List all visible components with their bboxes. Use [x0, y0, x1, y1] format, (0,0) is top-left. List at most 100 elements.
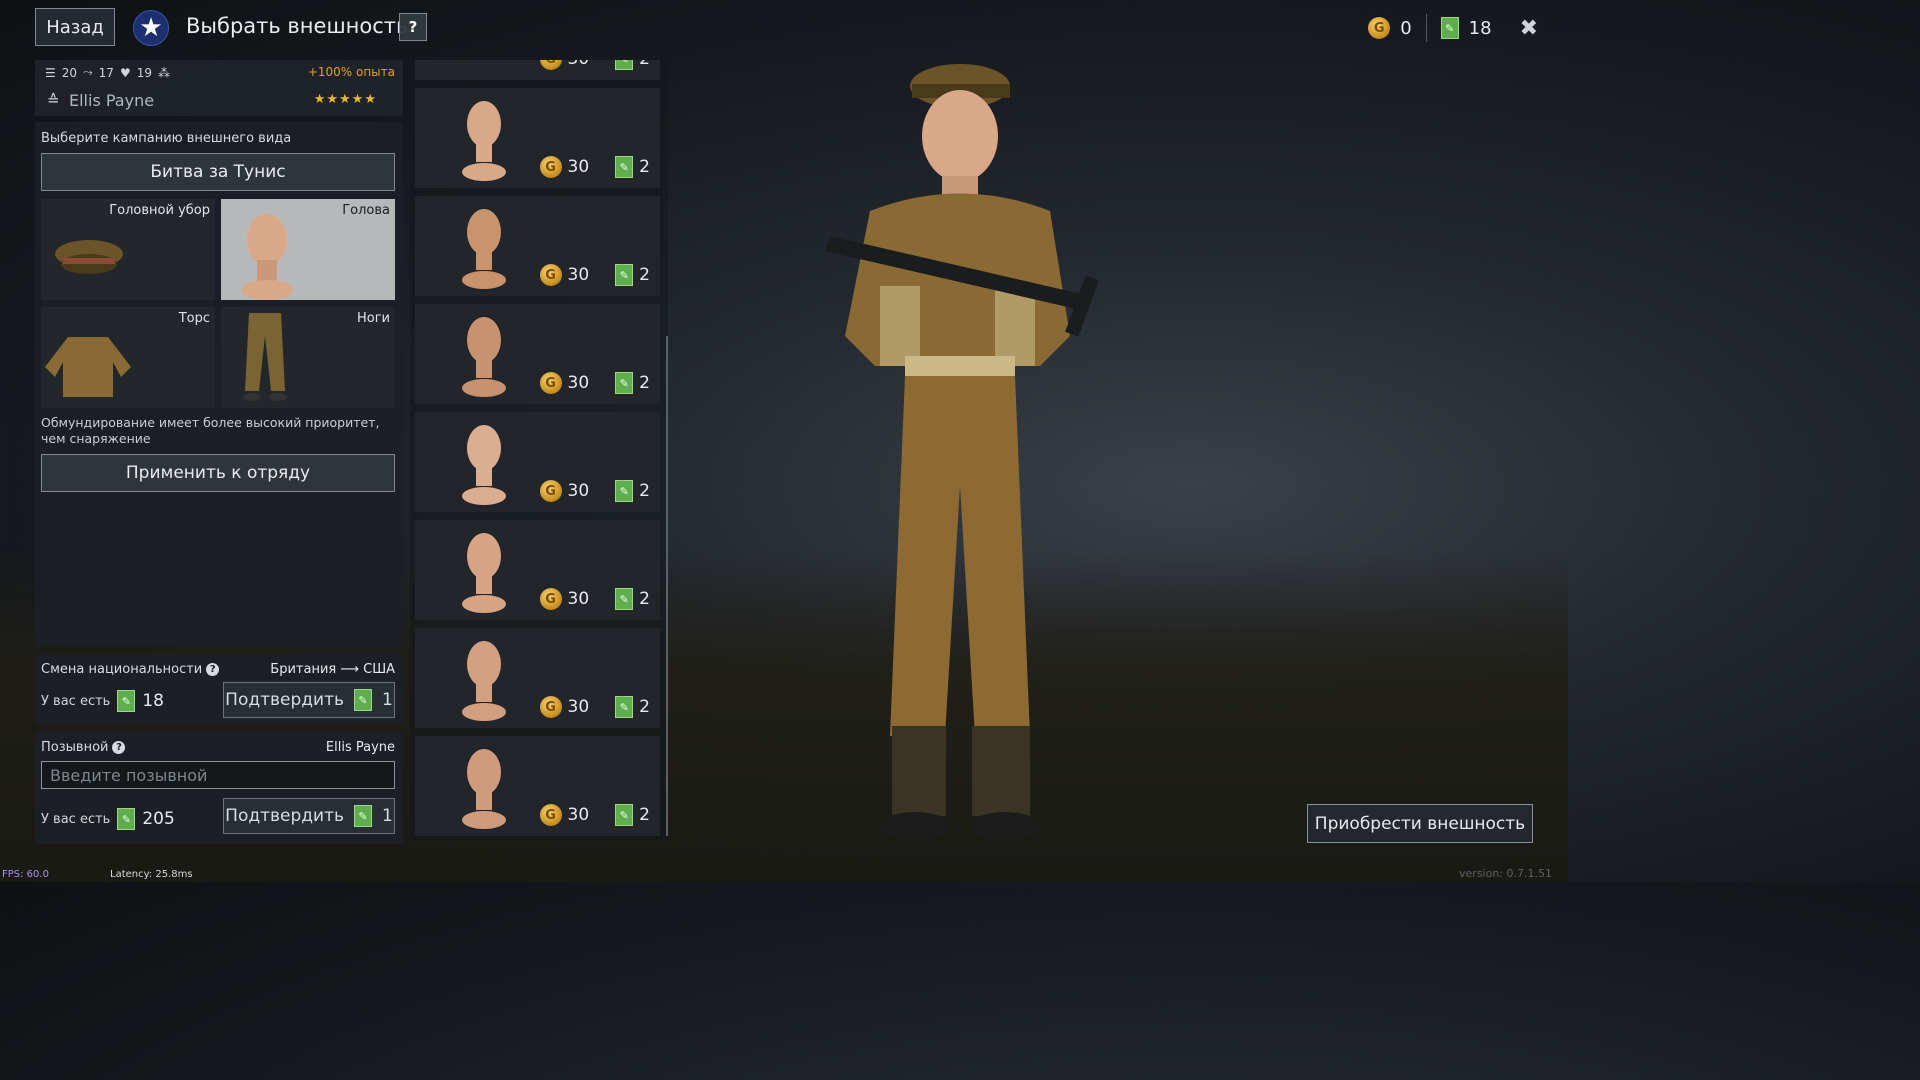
nationality-title: Смена национальности ? — [41, 662, 220, 677]
head-portrait — [462, 533, 506, 613]
soldier-stats: ☰ 20 ⤳ 17 ♥ 19 ⁂ — [45, 65, 170, 80]
stat-speed: 20 — [61, 65, 78, 80]
nationality-balance: У вас есть ✎ 18 — [41, 690, 164, 712]
slot-head[interactable]: Голова — [221, 199, 395, 300]
head-option[interactable]: G 30 ✎ 2 — [415, 412, 660, 512]
head-portrait — [462, 317, 506, 397]
callsign-confirm-button[interactable]: Подтвердить ✎ 1 — [223, 798, 395, 834]
back-button[interactable]: Назад — [35, 8, 115, 46]
latency-readout: Latency: 25.8ms — [110, 869, 193, 880]
head-option[interactable]: G 30 ✎ 2 — [415, 60, 660, 80]
slot-torso[interactable]: Торс — [41, 307, 215, 408]
exp-bonus: +100% опыта — [307, 65, 395, 79]
head-option[interactable]: G 30 ✎ 2 — [415, 736, 660, 836]
apply-to-squad-button[interactable]: Применить к отряду — [41, 454, 395, 492]
price-gold: 30 — [567, 265, 590, 285]
ticket-icon: ✎ — [615, 372, 634, 394]
head-list-scrollbar[interactable] — [666, 336, 668, 836]
callsign-current: Ellis Payne — [325, 740, 395, 755]
ammo-icon: ⁂ — [157, 65, 170, 80]
price-gold: 30 — [567, 589, 590, 609]
head-portrait — [462, 425, 506, 505]
head-price: G 30 ✎ 2 — [539, 372, 650, 394]
gold-coin-icon: G — [539, 156, 562, 178]
have-label: У вас есть — [41, 693, 111, 709]
nationality-panel: Смена национальности ? Британия ⟶ США У … — [35, 654, 403, 724]
price-tickets: 2 — [639, 697, 650, 717]
slot-label: Торс — [178, 311, 210, 326]
price-tickets: 2 — [639, 60, 650, 69]
head-list[interactable]: G 30 ✎ 2 G30✎2G30✎2G30✎2G30✎2G30✎2G30✎2G… — [410, 60, 668, 840]
confirm-label: Подтвердить — [225, 690, 344, 710]
head-portrait — [462, 209, 506, 289]
have-value: 18 — [142, 691, 164, 711]
help-icon[interactable]: ? — [206, 663, 220, 676]
currency-bar: G 0 ✎ 18 ✖ — [1368, 14, 1538, 42]
callsign-input[interactable] — [41, 761, 395, 789]
ticket-icon: ✎ — [615, 696, 634, 718]
gold-coin-icon: G — [1368, 17, 1391, 39]
ticket-amount: 18 — [1468, 17, 1492, 39]
head-price: G 30 ✎ 2 — [539, 156, 650, 178]
buy-appearance-button[interactable]: Приобрести внешность — [1307, 804, 1533, 843]
price-gold: 30 — [567, 697, 590, 717]
price-tickets: 2 — [639, 481, 650, 501]
ticket-icon: ✎ — [615, 588, 634, 610]
ticket-icon: ✎ — [354, 689, 372, 711]
head-price: G 30 ✎ 2 — [539, 60, 650, 70]
price-gold: 30 — [567, 481, 590, 501]
confirm-cost: 1 — [382, 690, 393, 710]
slot-label: Голова — [342, 203, 390, 218]
ticket-icon: ✎ — [615, 480, 634, 502]
head-option[interactable]: G 30 ✎ 2 — [415, 304, 660, 404]
callsign-panel: Позывной ? Ellis Payne У вас есть ✎ 205 … — [35, 732, 403, 844]
ticket-icon: ✎ — [615, 60, 634, 70]
faction-star-icon: ★ — [133, 10, 169, 46]
cap-icon — [55, 240, 123, 274]
ticket-icon: ✎ — [1440, 17, 1459, 39]
head-price: G 30 ✎ 2 — [539, 264, 650, 286]
confirm-cost: 1 — [382, 806, 393, 826]
list-icon: ☰ — [45, 65, 56, 80]
callsign-title-text: Позывной — [41, 740, 109, 755]
boot-icon: ⤳ — [83, 65, 93, 79]
slot-headwear[interactable]: Головной убор — [41, 199, 215, 300]
left-panel: ☰ 20 ⤳ 17 ♥ 19 ⁂ +100% опыта ≙ Ellis Pay… — [35, 60, 403, 844]
fps-counter: FPS: 60.0 — [2, 869, 49, 880]
price-tickets: 2 — [639, 157, 650, 177]
head-option[interactable]: G 30 ✎ 2 — [415, 196, 660, 296]
head-option[interactable]: G 30 ✎ 2 — [415, 628, 660, 728]
help-icon[interactable]: ? — [112, 741, 126, 754]
callsign-title: Позывной ? — [41, 740, 126, 755]
ticket-icon: ✎ — [615, 264, 634, 286]
soldier-rating-stars: ★★★★★ — [313, 92, 377, 107]
trousers-icon — [243, 313, 287, 401]
slot-legs[interactable]: Ноги — [221, 307, 395, 408]
help-button[interactable]: ? — [399, 13, 427, 41]
ticket-icon: ✎ — [354, 805, 372, 827]
priority-note: Обмундирование имеет более высокий приор… — [41, 415, 380, 446]
gold-coin-icon: G — [539, 804, 562, 826]
gold-coin-icon: G — [539, 60, 562, 70]
campaign-label: Выберите кампанию внешнего вида — [41, 131, 292, 146]
head-option[interactable]: G 30 ✎ 2 — [415, 88, 660, 188]
callsign-balance: У вас есть ✎ 205 — [41, 808, 175, 830]
price-tickets: 2 — [639, 589, 650, 609]
nationality-confirm-button[interactable]: Подтвердить ✎ 1 — [223, 682, 395, 718]
rank-chevron-icon: ≙ — [47, 91, 60, 109]
campaign-select-button[interactable]: Битва за Тунис — [41, 153, 395, 191]
gold-coin-icon: G — [539, 372, 562, 394]
slot-label: Головной убор — [109, 203, 210, 218]
divider — [1425, 14, 1427, 42]
gold-coin-icon: G — [539, 588, 562, 610]
head-option[interactable]: G 30 ✎ 2 — [415, 520, 660, 620]
ticket-icon: ✎ — [615, 804, 634, 826]
soldier-model — [825, 64, 1099, 840]
close-button[interactable]: ✖ — [1520, 16, 1538, 41]
gold-coin-icon: G — [539, 480, 562, 502]
gold-coin-icon: G — [539, 264, 562, 286]
price-gold: 30 — [568, 60, 590, 69]
ticket-icon: ✎ — [117, 808, 136, 830]
confirm-label: Подтвердить — [225, 806, 344, 826]
soldier-card[interactable]: ☰ 20 ⤳ 17 ♥ 19 ⁂ +100% опыта ≙ Ellis Pay… — [35, 60, 403, 116]
